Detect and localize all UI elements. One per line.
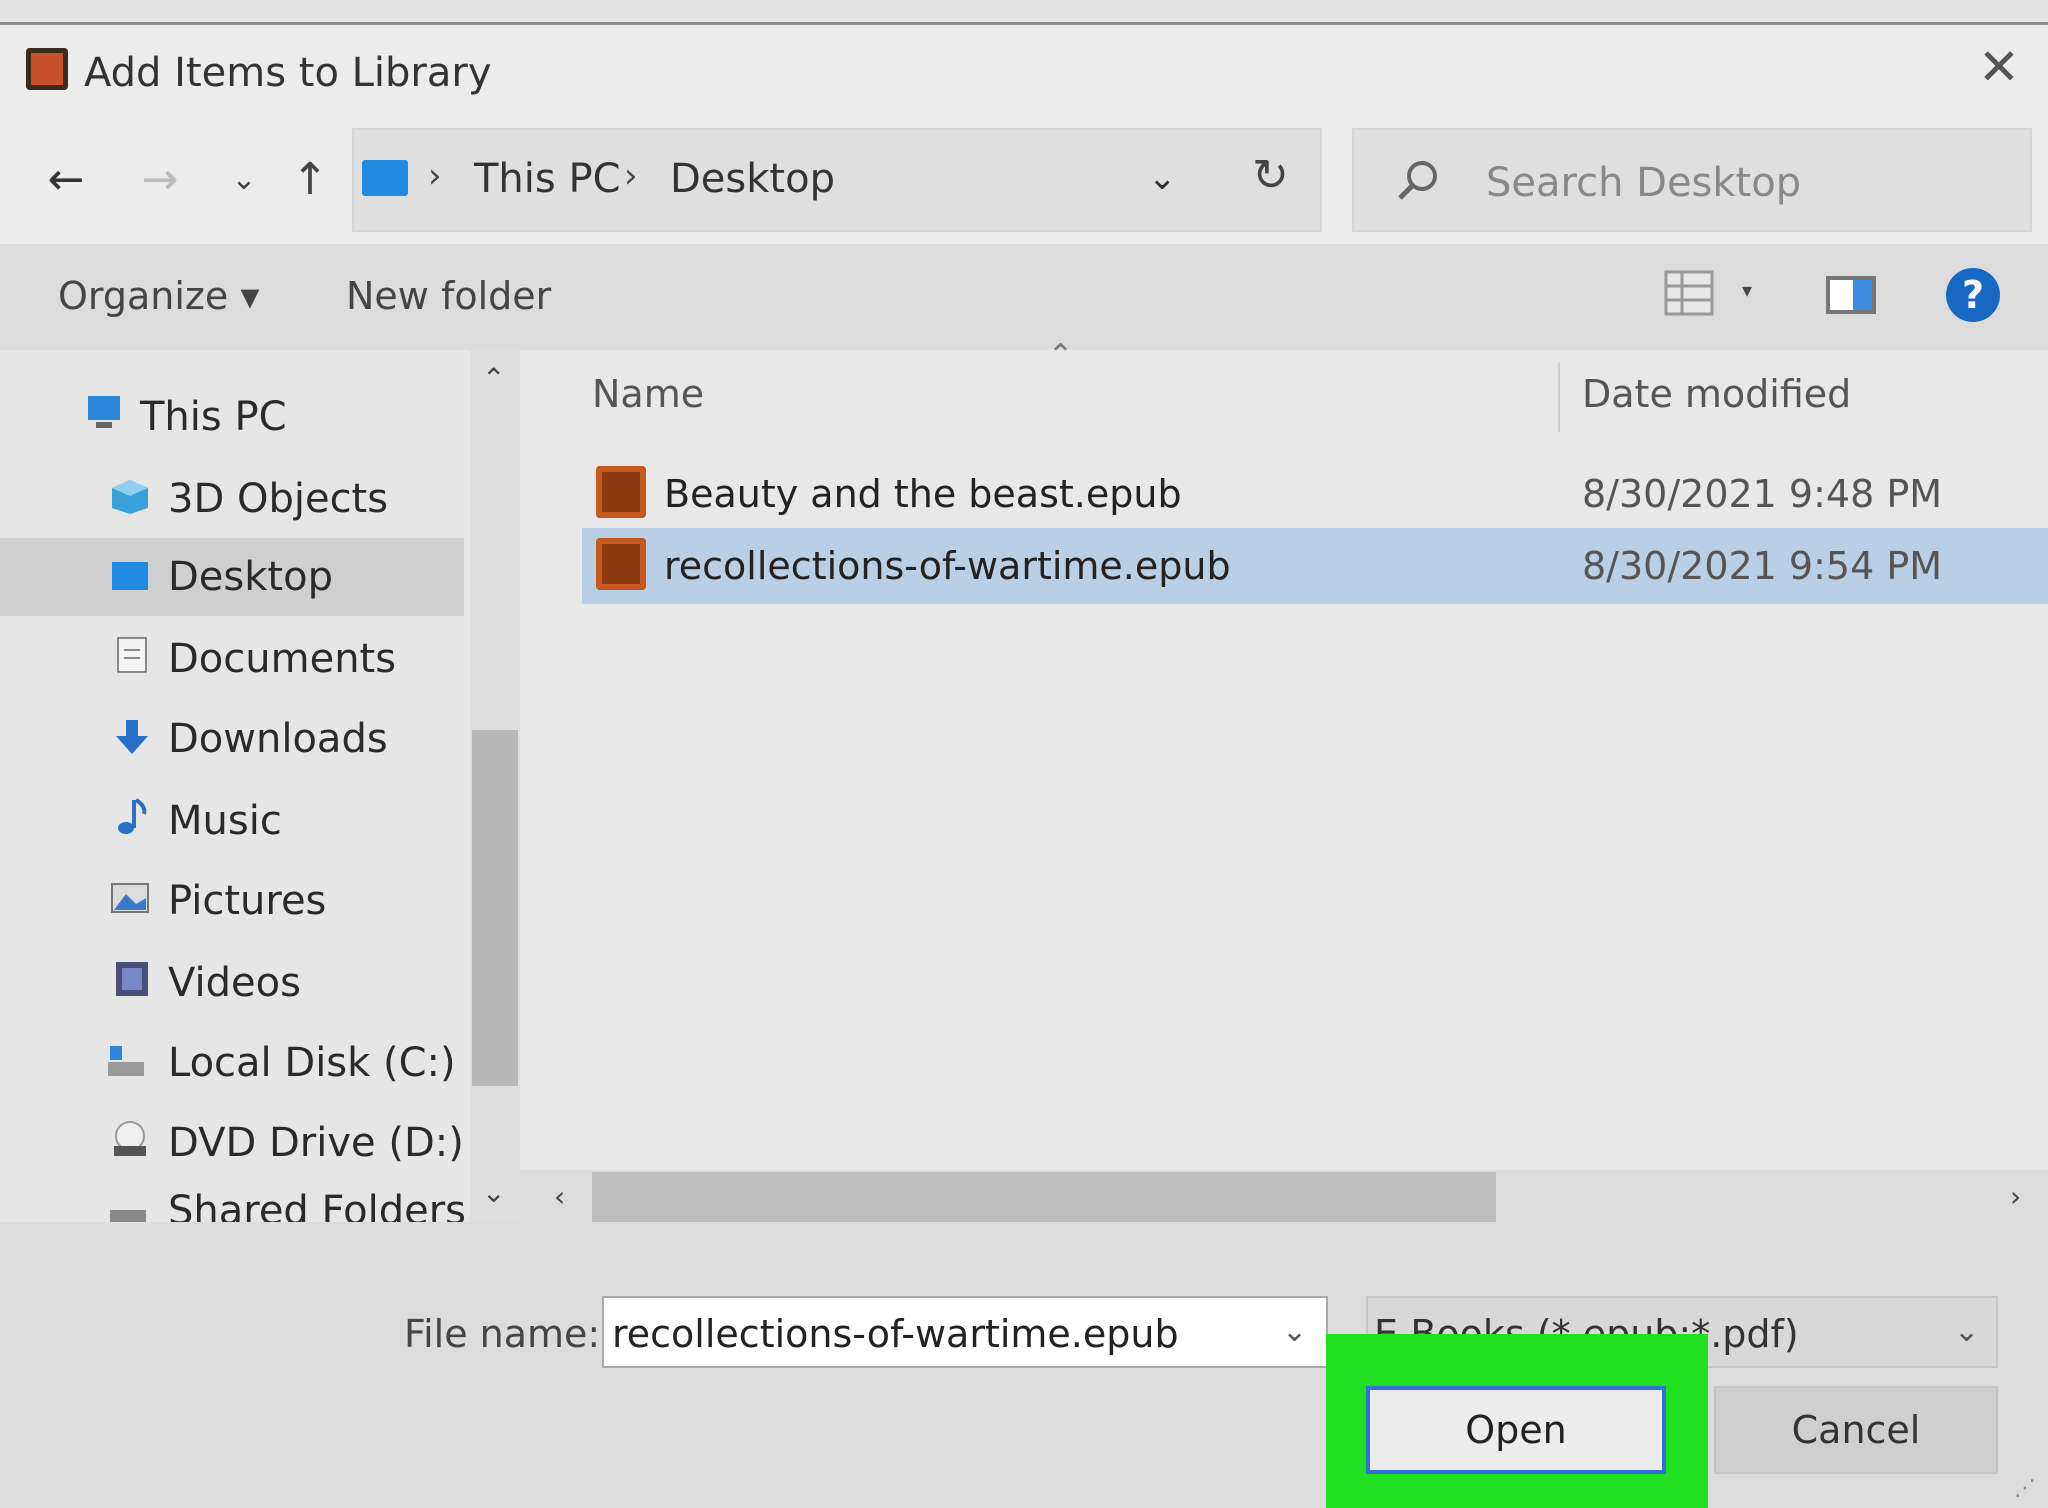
dvd-drive-icon bbox=[114, 1121, 146, 1156]
column-header-name[interactable]: Name bbox=[592, 372, 704, 416]
column-divider[interactable] bbox=[1558, 362, 1560, 432]
nav-item-dvd-drive[interactable]: DVD Drive (D:) M bbox=[0, 1106, 464, 1184]
refresh-icon[interactable]: ↻ bbox=[1252, 150, 1289, 201]
dialog-title: Add Items to Library bbox=[84, 50, 492, 96]
nav-label: This PC bbox=[140, 394, 287, 440]
cube-icon bbox=[112, 480, 148, 514]
nav-item-videos[interactable]: Videos bbox=[0, 944, 464, 1022]
app-icon bbox=[26, 48, 68, 90]
nav-label: DVD Drive (D:) M bbox=[168, 1120, 464, 1166]
scroll-down-icon[interactable]: ⌄ bbox=[482, 1176, 505, 1209]
search-icon bbox=[1398, 161, 1437, 200]
scroll-left-icon[interactable]: ‹ bbox=[554, 1180, 565, 1213]
document-icon bbox=[117, 637, 147, 673]
nav-label: 3D Objects bbox=[168, 476, 389, 522]
file-name[interactable]: recollections-of-wartime.epub bbox=[664, 544, 1231, 588]
nav-label: Pictures bbox=[168, 878, 327, 924]
organize-menu-button[interactable]: Organize ▾ bbox=[58, 274, 259, 318]
scroll-right-icon[interactable]: › bbox=[2010, 1180, 2021, 1213]
file-name-label: File name: bbox=[404, 1312, 601, 1356]
nav-item-local-disk[interactable]: Local Disk (C:) bbox=[0, 1024, 464, 1102]
nav-item-music[interactable]: Music bbox=[0, 782, 464, 860]
download-arrow-icon bbox=[116, 720, 148, 754]
desktop-icon bbox=[112, 562, 148, 590]
nav-label: Downloads bbox=[168, 716, 388, 762]
nav-item-shared-folders[interactable]: Shared Folders (\ bbox=[0, 1186, 464, 1222]
epub-file-icon bbox=[596, 466, 646, 518]
file-name-value[interactable]: recollections-of-wartime.epub bbox=[612, 1312, 1179, 1356]
picture-icon bbox=[111, 883, 149, 913]
nav-pane-scroll-thumb[interactable] bbox=[472, 730, 518, 1086]
breadcrumb-this-pc[interactable]: This PC bbox=[474, 156, 621, 202]
preview-pane-icon[interactable] bbox=[1826, 276, 1876, 314]
view-options-icon[interactable] bbox=[1664, 270, 1714, 316]
breadcrumb-separator-icon[interactable]: › bbox=[624, 156, 638, 196]
nav-item-downloads[interactable]: Downloads bbox=[0, 700, 464, 778]
cancel-button[interactable]: Cancel bbox=[1714, 1386, 1998, 1474]
help-icon[interactable]: ? bbox=[1946, 268, 2000, 322]
nav-label: Documents bbox=[168, 636, 397, 682]
open-button[interactable]: Open bbox=[1366, 1386, 1666, 1474]
nav-label: Music bbox=[168, 798, 282, 844]
address-dropdown-icon[interactable]: ⌄ bbox=[1148, 158, 1177, 198]
computer-icon bbox=[362, 160, 408, 196]
column-header-date-modified[interactable]: Date modified bbox=[1582, 372, 1851, 416]
nav-item-pictures[interactable]: Pictures bbox=[0, 862, 464, 940]
nav-item-this-pc[interactable]: This PC bbox=[0, 380, 464, 458]
nav-item-desktop[interactable]: Desktop bbox=[0, 538, 464, 616]
nav-label: Shared Folders (\ bbox=[168, 1188, 464, 1222]
breadcrumb-desktop[interactable]: Desktop bbox=[670, 156, 835, 202]
nav-label: Videos bbox=[168, 960, 301, 1006]
recent-locations-chevron-icon[interactable]: ⌄ bbox=[216, 150, 272, 210]
up-arrow-icon[interactable]: ↑ bbox=[282, 150, 338, 210]
epub-file-icon bbox=[596, 538, 646, 590]
nav-item-documents[interactable]: Documents bbox=[0, 620, 464, 698]
nav-item-3d-objects[interactable]: 3D Objects bbox=[0, 460, 464, 538]
horizontal-scroll-thumb[interactable] bbox=[592, 1172, 1496, 1222]
file-date: 8/30/2021 9:54 PM bbox=[1582, 544, 1943, 588]
command-bar bbox=[0, 244, 2048, 350]
resize-grip-icon[interactable]: ⋰ bbox=[2014, 1476, 2036, 1501]
scroll-up-icon[interactable]: ⌃ bbox=[482, 362, 505, 395]
computer-icon bbox=[88, 396, 120, 428]
music-note-icon bbox=[118, 798, 147, 834]
close-icon[interactable]: ✕ bbox=[1974, 42, 2024, 92]
back-arrow-icon[interactable]: ← bbox=[38, 150, 94, 210]
file-name[interactable]: Beauty and the beast.epub bbox=[664, 472, 1182, 516]
search-input[interactable]: Search Desktop bbox=[1486, 160, 1801, 206]
new-folder-button[interactable]: New folder bbox=[346, 274, 551, 318]
nav-label: Desktop bbox=[168, 554, 333, 600]
file-name-dropdown-icon[interactable]: ⌄ bbox=[1282, 1314, 1307, 1349]
sort-ascending-icon: ⌃ bbox=[1048, 338, 1074, 373]
breadcrumb-separator-icon[interactable]: › bbox=[428, 156, 442, 196]
file-type-dropdown-icon[interactable]: ⌄ bbox=[1954, 1314, 1979, 1349]
nav-label: Local Disk (C:) bbox=[168, 1040, 456, 1086]
network-folder-icon bbox=[110, 1210, 146, 1222]
file-date: 8/30/2021 9:48 PM bbox=[1582, 472, 1943, 516]
window-top-edge bbox=[0, 0, 2048, 25]
forward-arrow-icon[interactable]: → bbox=[132, 150, 188, 210]
view-dropdown-icon[interactable]: ▾ bbox=[1742, 278, 1752, 302]
film-icon bbox=[116, 962, 148, 996]
hard-drive-icon bbox=[108, 1046, 144, 1076]
